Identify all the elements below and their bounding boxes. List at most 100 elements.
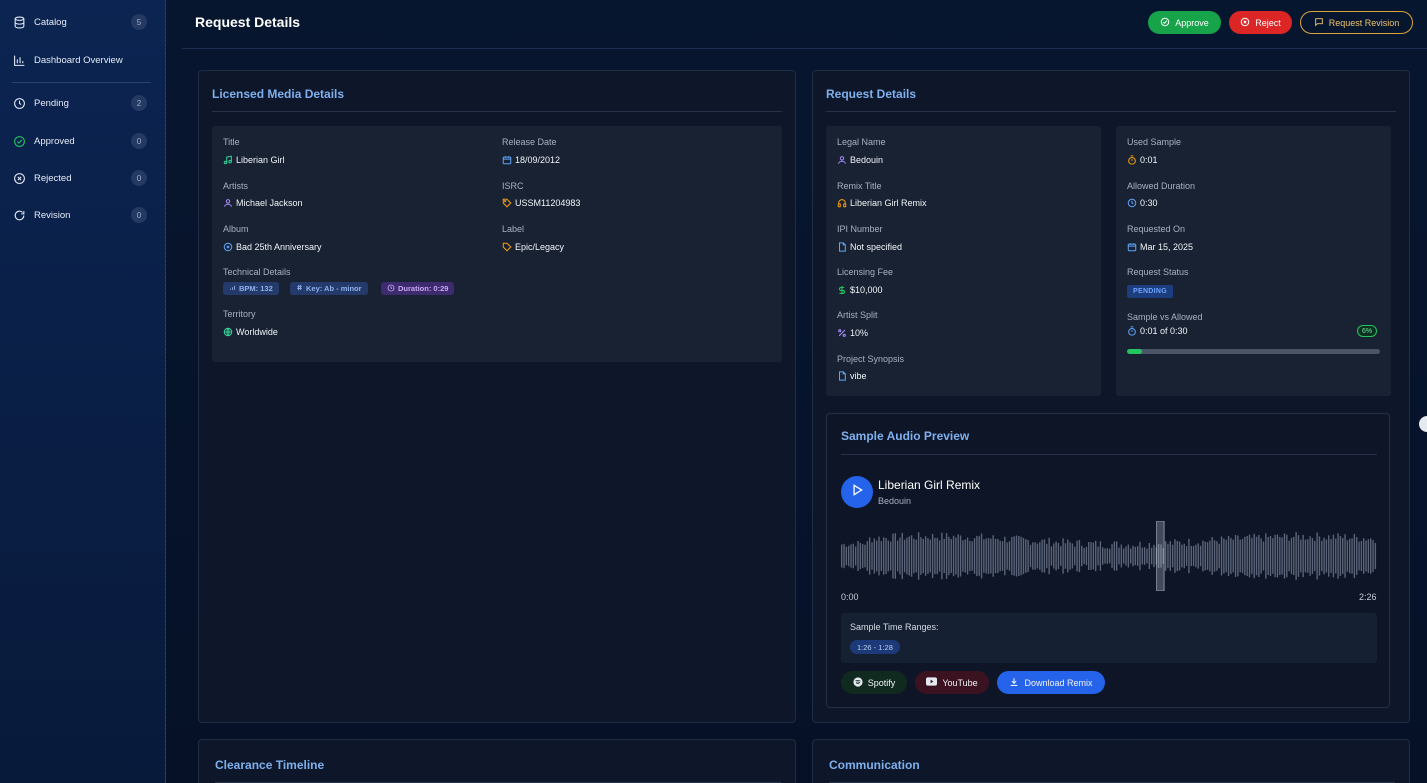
drawer-handle[interactable] [1419,416,1427,432]
waveform-bar [1190,545,1192,567]
waveform-bar [1183,543,1185,569]
request-revision-button[interactable]: Request Revision [1300,11,1413,34]
waveform-bar [1188,538,1190,574]
calendar-icon [502,155,512,165]
field-label: Territory [223,309,256,319]
waveform-bar [917,532,920,580]
sidebar-item-revision[interactable]: Revision 0 [0,201,165,229]
check-circle-icon [12,134,26,148]
waveform-bar [1295,532,1297,580]
sidebar-divider [12,82,151,83]
user-icon [223,198,233,208]
waveform-bar [889,541,892,571]
bpm-chip: BPM: 132 [223,282,279,295]
waveform[interactable] [841,521,1377,591]
waveform-bar [1330,539,1332,573]
waveform-bar [1015,535,1018,577]
communication-card: Communication [812,739,1410,783]
artists-value: Michael Jackson [223,198,303,208]
sidebar-item-label: Revision [34,209,71,221]
waveform-bar [913,538,915,574]
sidebar-item-pending[interactable]: Pending 2 [0,89,165,117]
waveform-bar [1218,543,1220,569]
youtube-button[interactable]: YouTube [915,671,989,694]
title-value: Liberian Girl [223,155,285,165]
sidebar-item-approved[interactable]: Approved 0 [0,127,165,155]
waveform-bar [1346,540,1349,572]
waveform-bar [957,534,959,578]
synopsis-value: vibe [837,371,867,381]
track-title: Liberian Girl Remix [878,478,981,492]
waveform-bar [1078,539,1081,573]
waveform-bar [1248,534,1251,578]
waveform-bar [1293,536,1295,576]
spotify-button[interactable]: Spotify [841,671,907,694]
waveform-bar [847,545,850,567]
range-chip[interactable]: 1:26 - 1:28 [850,640,900,654]
field-label: Project Synopsis [837,354,905,364]
field-label: Title [223,137,240,147]
waveform-bar [1118,547,1120,565]
waveform-bar [1095,540,1097,572]
check-circle-icon [1160,17,1170,29]
waveform-bar [1006,542,1008,570]
waveform-bar [850,544,852,568]
waveform-bar [1132,545,1134,567]
waveform-bar [1134,546,1137,566]
sidebar-item-catalog[interactable]: Catalog 5 [0,8,165,36]
waveform-bar [1356,537,1358,575]
reject-button[interactable]: Reject [1229,11,1292,34]
waveform-bar [959,535,962,577]
waveform-bar [987,538,990,574]
music-note-icon [223,155,233,165]
waveform-bar [1251,537,1253,575]
waveform-bar [894,533,896,579]
field-label: ISRC [502,181,524,191]
waveform-bar [941,532,943,580]
waveform-bar [934,537,936,575]
play-button[interactable] [841,476,873,508]
waveform-bar [929,539,931,573]
calendar-icon [1127,242,1137,252]
waveform-bar [845,546,848,566]
database-icon [12,15,26,29]
waveform-bar [924,536,927,576]
waveform-bar [1111,544,1113,568]
waveform-bar [1071,543,1074,569]
waveform-bar [1120,544,1123,568]
timer-icon [1127,155,1137,165]
waveform-bar [1146,548,1148,564]
key-chip: Key: Ab - minor [290,282,368,295]
waveform-bar [948,536,950,576]
waveform-bar [880,541,883,571]
waveform-bar [1304,539,1307,573]
waveform-bar [1342,538,1344,574]
waveform-bar [873,538,876,574]
card-title: Communication [829,758,920,772]
waveform-bar [1141,547,1144,565]
waveform-bar [1102,547,1104,565]
waveform-bar [1176,540,1178,572]
user-icon [837,155,847,165]
field-label: Sample vs Allowed [1127,312,1203,322]
waveform-bar [1048,537,1050,575]
waveform-bar [1281,537,1283,575]
waveform-bar [999,540,1001,572]
field-label: Artist Split [837,310,878,320]
field-label: Album [223,224,249,234]
waveform-bar [1057,542,1060,570]
waveform-bar [1181,544,1183,568]
waveform-bar [1255,536,1258,576]
sidebar-item-dashboard-overview[interactable]: Dashboard Overview [0,46,165,74]
waveform-bar [885,537,887,575]
waveform-bar [854,546,857,566]
approve-button[interactable]: Approve [1148,11,1221,34]
download-remix-button[interactable]: Download Remix [997,671,1105,694]
field-label: Legal Name [837,137,886,147]
waveform-bar [927,538,929,574]
waveform-bar [906,537,908,575]
sidebar-item-rejected[interactable]: Rejected 0 [0,164,165,192]
x-circle-icon [1240,17,1250,29]
waveform-bar [1011,536,1013,576]
waveform-bar [997,539,999,573]
